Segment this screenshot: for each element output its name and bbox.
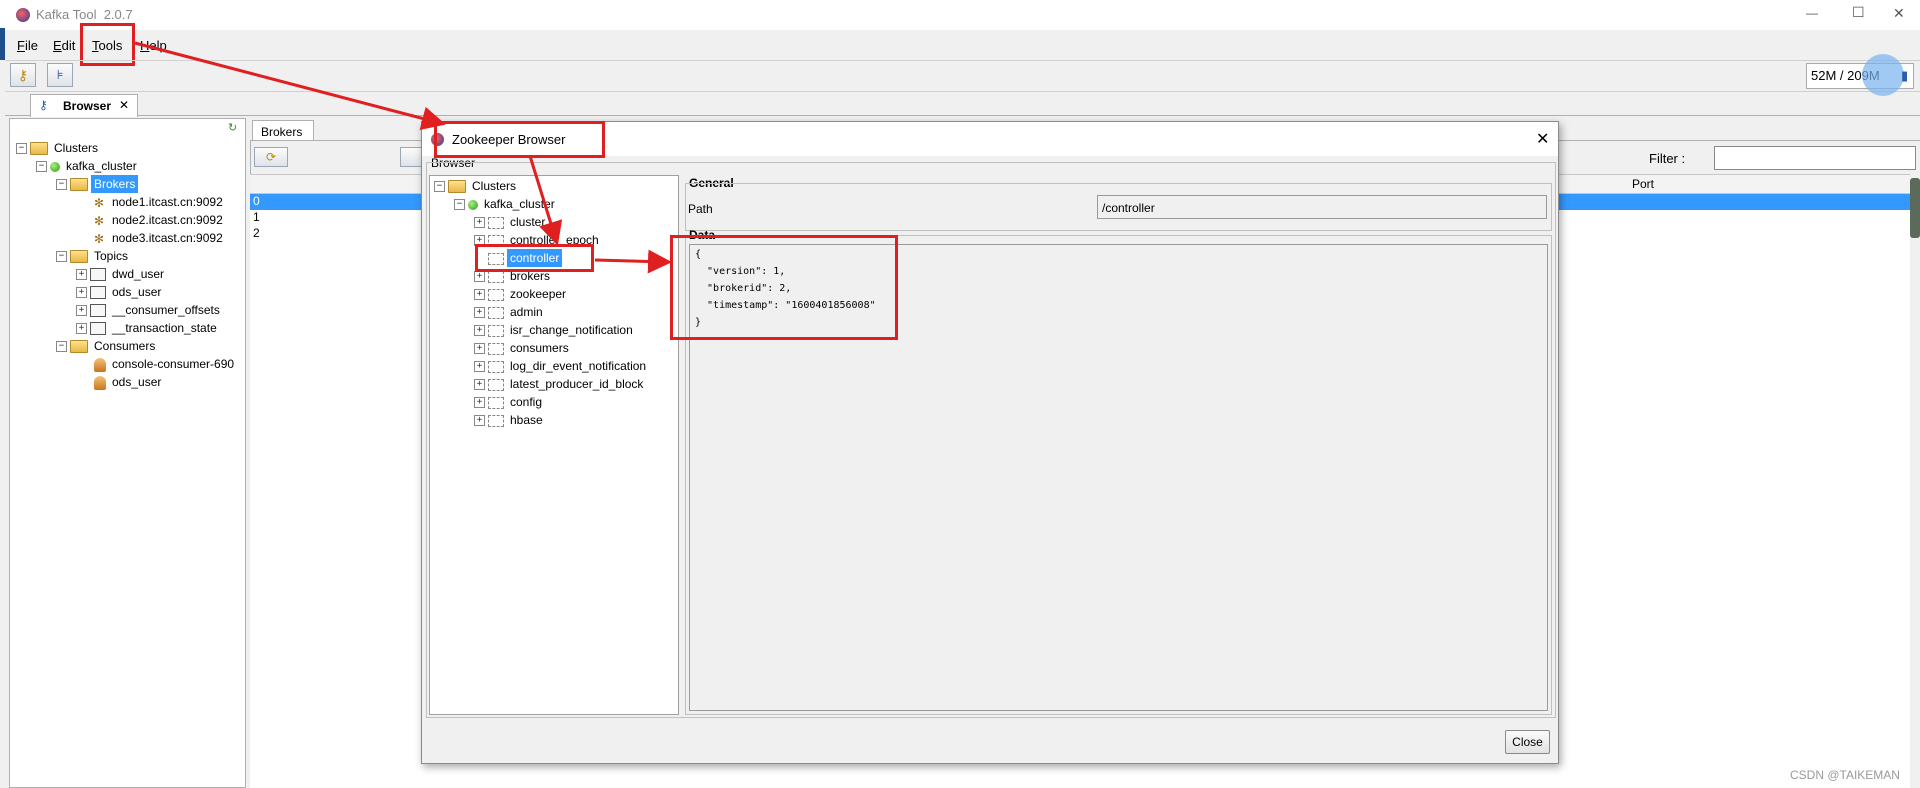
arrow-controller-to-data — [594, 249, 672, 274]
watermark: CSDN @TAIKEMAN — [1790, 768, 1900, 782]
arrow-dialog-to-controller — [528, 155, 563, 246]
annotation-arrows — [134, 41, 672, 274]
arrow-tools-to-dialog — [134, 41, 446, 131]
